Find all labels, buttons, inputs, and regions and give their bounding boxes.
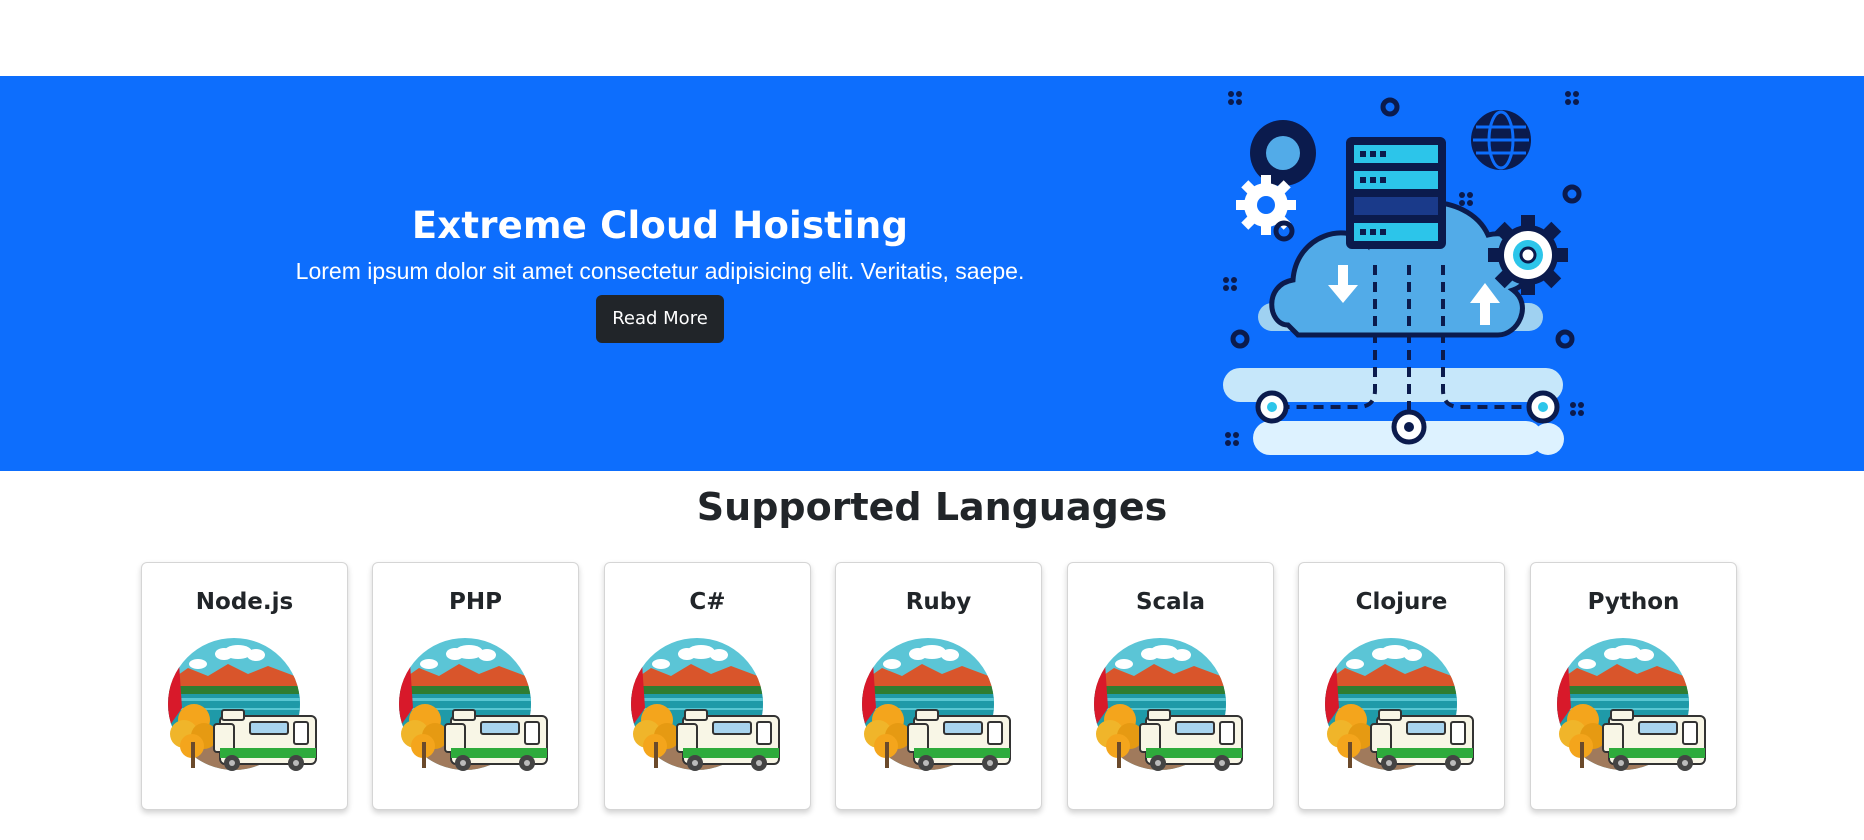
language-card-list: Node.js PHP C# Ruby Scala Clojure Python bbox=[141, 562, 1737, 812]
camper-van-landscape-image bbox=[168, 638, 320, 778]
cloud-dot bbox=[1532, 423, 1564, 455]
camper-van-landscape-image bbox=[399, 638, 551, 778]
top-navbar bbox=[0, 0, 1864, 76]
language-card-python[interactable]: Python bbox=[1530, 562, 1737, 810]
cloud-server-illustration bbox=[1223, 91, 1584, 455]
camper-van-landscape-image bbox=[1557, 638, 1709, 778]
supported-languages-heading: Supported Languages bbox=[696, 485, 1168, 529]
read-more-button[interactable]: Read More bbox=[596, 295, 724, 343]
language-card-ruby[interactable]: Ruby bbox=[835, 562, 1042, 810]
camper-van-landscape-image bbox=[1325, 638, 1477, 778]
language-card-php[interactable]: PHP bbox=[372, 562, 579, 810]
camper-van-landscape-image bbox=[1094, 638, 1246, 778]
hero-subtitle: Lorem ipsum dolor sit amet consectetur a… bbox=[295, 258, 1025, 284]
card-title: Python bbox=[1587, 589, 1680, 615]
hero-text-block: Extreme Cloud Hoisting Lorem ipsum dolor… bbox=[260, 200, 1060, 343]
card-title: Ruby bbox=[905, 589, 972, 615]
card-title: C# bbox=[689, 589, 726, 615]
camper-van-landscape-image bbox=[862, 638, 1014, 778]
language-card-nodejs[interactable]: Node.js bbox=[141, 562, 348, 810]
card-title: Clojure bbox=[1355, 589, 1448, 615]
language-card-scala[interactable]: Scala bbox=[1067, 562, 1274, 810]
language-card-clojure[interactable]: Clojure bbox=[1298, 562, 1505, 810]
card-title: Node.js bbox=[195, 589, 294, 615]
card-title: Scala bbox=[1135, 589, 1206, 615]
card-title: PHP bbox=[449, 589, 502, 615]
hero-title: Extreme Cloud Hoisting bbox=[411, 204, 909, 247]
language-card-csharp[interactable]: C# bbox=[604, 562, 811, 810]
gear-right-icon bbox=[1488, 215, 1568, 295]
globe-icon bbox=[1471, 110, 1531, 170]
camper-van-landscape-image bbox=[631, 638, 783, 778]
